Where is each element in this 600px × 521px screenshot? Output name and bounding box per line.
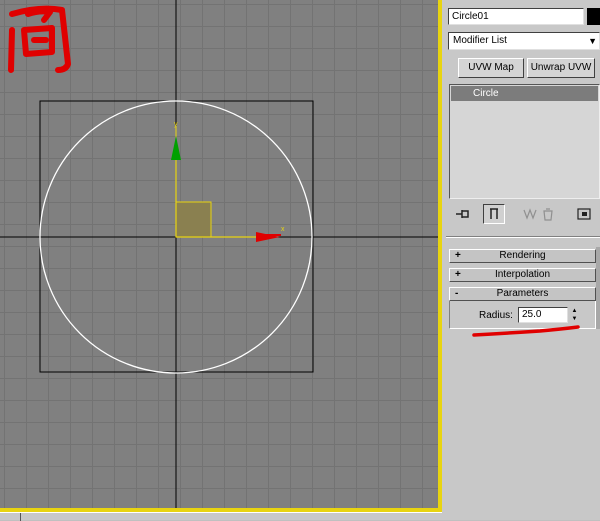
transform-gizmo[interactable]: y x (171, 121, 285, 242)
modifier-stack-toolbar (449, 204, 600, 226)
modifier-stack[interactable]: Circle (449, 84, 600, 199)
show-end-result-icon[interactable] (483, 204, 505, 224)
uvw-map-button[interactable]: UVW Map (458, 58, 524, 78)
object-color-swatch[interactable] (587, 8, 600, 25)
modifier-list-dropdown[interactable]: Modifier List ▼ (448, 32, 600, 50)
rollout-label: Parameters (496, 288, 549, 299)
object-name-field[interactable]: Circle01 (448, 8, 584, 25)
rollout-expand-icon: + (455, 269, 461, 280)
handwritten-annotation-yuan (8, 5, 71, 73)
rollout-parameters[interactable]: - Parameters (449, 287, 596, 301)
panel-separator (446, 236, 600, 238)
remove-modifier-icon[interactable] (537, 204, 559, 224)
gizmo-y-label: y (174, 121, 178, 128)
perspective-viewport[interactable]: y x (0, 0, 438, 508)
viewport-status-bar (0, 512, 442, 521)
unwrap-uvw-button[interactable]: Unwrap UVW (527, 58, 595, 78)
handwritten-underline (472, 325, 580, 337)
gizmo-y-arrow-icon[interactable] (171, 136, 181, 160)
panel-scrollbar[interactable] (596, 247, 600, 329)
dropdown-arrow-icon[interactable]: ▼ (588, 33, 597, 49)
rollout-interpolation[interactable]: + Interpolation (449, 268, 596, 282)
rollout-label: Interpolation (494, 269, 551, 280)
rollout-label: Rendering (499, 250, 546, 261)
pin-stack-icon[interactable] (452, 204, 474, 224)
configure-modifier-sets-icon[interactable] (573, 204, 595, 224)
modifier-list-label: Modifier List (453, 35, 507, 46)
rollout-collapse-icon: - (455, 288, 459, 299)
gizmo-xy-plane-handle[interactable] (175, 201, 212, 238)
rollout-expand-icon: + (455, 250, 461, 261)
gizmo-x-arrow-icon[interactable] (256, 232, 280, 242)
gizmo-x-label: x (281, 226, 285, 233)
rollout-rendering[interactable]: + Rendering (449, 249, 596, 263)
stack-item-circle[interactable]: Circle (451, 86, 598, 101)
